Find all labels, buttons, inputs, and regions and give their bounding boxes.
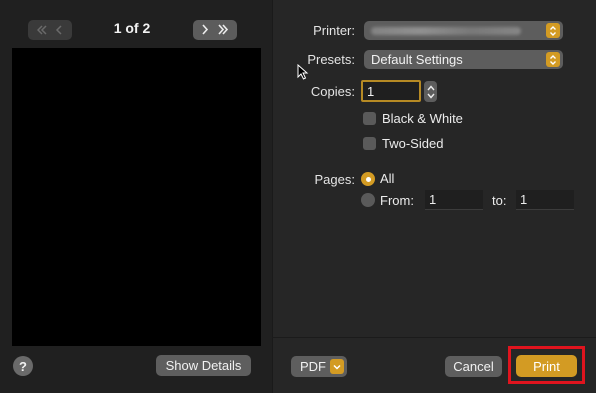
- double-chevron-left-icon: [36, 23, 47, 38]
- preview-back-buttons[interactable]: [28, 20, 72, 40]
- pages-all-label: All: [380, 171, 395, 186]
- print-preview: [12, 48, 261, 346]
- chevron-right-icon[interactable]: [201, 23, 209, 38]
- help-button[interactable]: ?: [13, 356, 33, 376]
- chevron-left-icon: [55, 23, 63, 38]
- redacted-printer-name: [371, 26, 521, 35]
- pages-from-label: From:: [380, 193, 414, 208]
- two-sided-checkbox[interactable]: [363, 137, 376, 150]
- pages-all-radio[interactable]: [361, 172, 375, 186]
- pages-from-radio[interactable]: [361, 193, 375, 207]
- page-indicator: 1 of 2: [113, 20, 151, 36]
- up-down-chevron-icon: [546, 23, 560, 38]
- pages-to-input[interactable]: 1: [516, 190, 574, 210]
- mouse-cursor-icon: [297, 63, 309, 85]
- pdf-menu-button[interactable]: PDF: [291, 356, 347, 377]
- pages-label: Pages:: [314, 172, 355, 187]
- presets-popup[interactable]: Default Settings: [364, 50, 563, 69]
- copies-stepper[interactable]: [424, 81, 437, 102]
- copies-label: Copies:: [310, 84, 355, 99]
- pages-to-value: 1: [520, 192, 528, 207]
- up-down-chevron-icon: [546, 52, 560, 67]
- pdf-label: PDF: [300, 359, 326, 374]
- copies-value: 1: [367, 83, 375, 99]
- show-details-button[interactable]: Show Details: [156, 355, 251, 376]
- pages-from-value: 1: [429, 192, 437, 207]
- copies-input[interactable]: 1: [361, 80, 421, 102]
- presets-value: Default Settings: [371, 52, 463, 67]
- chevron-down-icon: [330, 359, 344, 374]
- stepper-up-icon: [426, 84, 435, 90]
- cancel-button[interactable]: Cancel: [445, 356, 502, 377]
- pages-to-label: to:: [492, 193, 507, 208]
- two-sided-label: Two-Sided: [382, 136, 444, 151]
- printer-popup[interactable]: [364, 21, 563, 40]
- double-chevron-right-icon[interactable]: [217, 23, 229, 38]
- pages-from-input[interactable]: 1: [425, 190, 483, 210]
- black-white-label: Black & White: [382, 111, 463, 126]
- preview-forward-buttons[interactable]: [193, 20, 237, 40]
- footer-divider: [272, 337, 596, 338]
- print-button[interactable]: Print: [516, 355, 577, 377]
- black-white-checkbox[interactable]: [363, 112, 376, 125]
- stepper-down-icon: [426, 93, 435, 99]
- printer-label: Printer:: [313, 23, 355, 38]
